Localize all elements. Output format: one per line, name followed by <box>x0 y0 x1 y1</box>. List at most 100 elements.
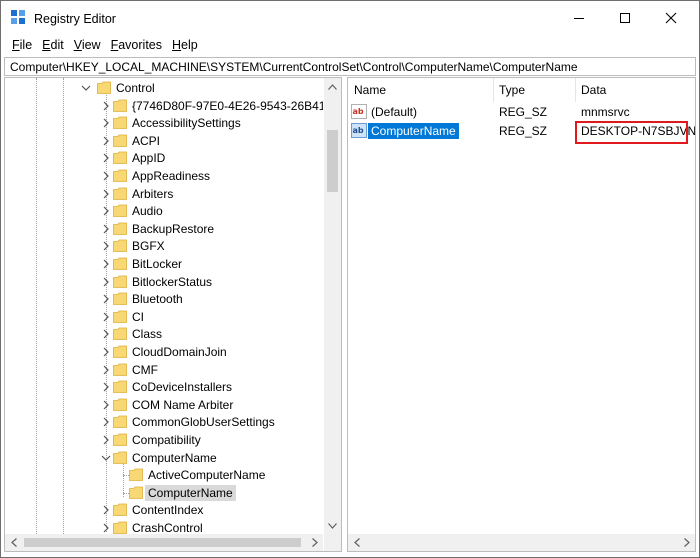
tree-item-label: Compatibility <box>132 433 201 447</box>
minimize-button[interactable] <box>556 1 602 35</box>
tree-item-appreadiness[interactable]: AppReadiness <box>5 167 323 185</box>
values-pane[interactable]: Name Type Data ab (Default) REG_SZ mnmsr… <box>347 77 696 552</box>
string-value-icon: ab <box>351 104 367 119</box>
chevron-right-icon[interactable] <box>100 293 112 305</box>
tree-item-com-name-arbiter[interactable]: COM Name Arbiter <box>5 396 323 414</box>
scroll-up-icon[interactable] <box>324 78 341 95</box>
menu-favorites[interactable]: Favorites <box>106 38 167 52</box>
chevron-down-icon[interactable] <box>80 82 92 94</box>
chevron-right-icon[interactable] <box>100 100 112 112</box>
title-bar[interactable]: Registry Editor <box>1 1 699 35</box>
values-horizontal-scrollbar[interactable] <box>348 534 695 551</box>
folder-icon <box>113 292 127 306</box>
scroll-left-icon[interactable] <box>348 534 365 551</box>
chevron-right-icon[interactable] <box>100 240 112 252</box>
tree-item-class[interactable]: Class <box>5 325 323 343</box>
chevron-right-icon[interactable] <box>100 504 112 516</box>
chevron-right-icon[interactable] <box>100 328 112 340</box>
chevron-right-icon[interactable] <box>100 364 112 376</box>
tree-item-codeviceinstallers[interactable]: CoDeviceInstallers <box>5 378 323 396</box>
tree-item-label: AppReadiness <box>132 169 211 183</box>
tree-item-audio[interactable]: Audio <box>5 202 323 220</box>
tree-item-label: {7746D80F-97E0-4E26-9543-26B41FC22 <box>132 98 323 113</box>
chevron-right-icon[interactable] <box>100 381 112 393</box>
folder-icon <box>113 116 127 130</box>
tree-item-contentindex[interactable]: ContentIndex <box>5 501 323 519</box>
svg-text:ab: ab <box>353 107 364 116</box>
tree-item-crashcontrol[interactable]: CrashControl <box>5 519 323 534</box>
menu-help[interactable]: Help <box>167 38 203 52</box>
tree-item-acpi[interactable]: ACPI <box>5 132 323 150</box>
tree-item-activecomputername[interactable]: ActiveComputerName <box>5 466 323 484</box>
chevron-right-icon[interactable] <box>100 311 112 323</box>
tree-item-ci[interactable]: CI <box>5 308 323 326</box>
scroll-right-icon[interactable] <box>678 534 695 551</box>
chevron-right-icon[interactable] <box>100 399 112 411</box>
folder-icon <box>113 239 127 253</box>
scroll-down-icon[interactable] <box>324 517 341 534</box>
value-row-default[interactable]: ab (Default) REG_SZ mnmsrvc <box>348 103 695 121</box>
folder-icon <box>113 99 127 112</box>
tree-vertical-scrollbar[interactable] <box>324 78 341 534</box>
tree-item-compatibility[interactable]: Compatibility <box>5 431 323 449</box>
tree-item-label: Arbiters <box>132 186 174 201</box>
tree-item-clouddomainjoin[interactable]: CloudDomainJoin <box>5 343 323 361</box>
tree-item-bgfx[interactable]: BGFX <box>5 237 323 255</box>
chevron-right-icon[interactable] <box>100 170 112 182</box>
tree-hscroll-thumb[interactable] <box>24 538 301 547</box>
tree-item-bluetooth[interactable]: Bluetooth <box>5 290 323 308</box>
scroll-left-icon[interactable] <box>5 534 22 551</box>
chevron-right-icon[interactable] <box>100 223 112 235</box>
tree-scroll-thumb[interactable] <box>327 130 338 192</box>
tree-item-label: ComputerName <box>132 450 217 465</box>
column-header-name[interactable]: Name <box>348 78 493 102</box>
tree-item-computername[interactable]: ComputerName <box>5 484 323 502</box>
address-bar[interactable]: Computer\HKEY_LOCAL_MACHINE\SYSTEM\Curre… <box>4 57 696 76</box>
folder-icon <box>113 151 127 165</box>
chevron-right-icon[interactable] <box>100 117 112 129</box>
tree-item-appid[interactable]: AppID <box>5 149 323 167</box>
tree-item-label: Class <box>132 327 163 342</box>
tree-item-computername[interactable]: ComputerName <box>5 449 323 467</box>
tree-item-control[interactable]: Control <box>5 79 323 97</box>
tree-item-label: CrashControl <box>132 521 203 534</box>
tree-item-bitlocker[interactable]: BitLocker <box>5 255 323 273</box>
tree-item-7746d80f-97e0-4e26-9543-26b41fc22[interactable]: {7746D80F-97E0-4E26-9543-26B41FC22 <box>5 97 323 115</box>
chevron-right-icon[interactable] <box>100 258 112 270</box>
key-tree-pane[interactable]: Control {7746D80F-97E0-4E26-9543-26B41FC2… <box>4 77 342 552</box>
folder-icon <box>113 398 127 411</box>
tree-item-label: ComputerName <box>145 484 236 501</box>
tree-item-commonglobusersettings[interactable]: CommonGlobUserSettings <box>5 413 323 431</box>
chevron-right-icon[interactable] <box>100 135 112 147</box>
tree-item-accessibilitysettings[interactable]: AccessibilitySettings <box>5 114 323 132</box>
tree-item-backuprestore[interactable]: BackupRestore <box>5 220 323 238</box>
chevron-right-icon[interactable] <box>100 522 112 534</box>
column-header-data[interactable]: Data <box>575 78 695 102</box>
tree-item-label: ContentIndex <box>132 503 204 518</box>
column-header-type[interactable]: Type <box>493 78 575 102</box>
tree-item-arbiters[interactable]: Arbiters <box>5 185 323 203</box>
tree-item-bitlockerstatus[interactable]: BitlockerStatus <box>5 273 323 291</box>
chevron-right-icon[interactable] <box>100 152 112 164</box>
tree-item-label: AppID <box>132 151 166 166</box>
tree-horizontal-scrollbar[interactable] <box>5 534 323 551</box>
chevron-right-icon[interactable] <box>100 346 112 358</box>
tree-item-label: Bluetooth <box>132 292 183 307</box>
folder-icon <box>129 486 143 499</box>
chevron-right-icon[interactable] <box>100 276 112 288</box>
menu-view[interactable]: View <box>69 38 106 52</box>
scroll-right-icon[interactable] <box>306 534 323 551</box>
window-title: Registry Editor <box>34 12 116 26</box>
chevron-right-icon[interactable] <box>100 188 112 200</box>
chevron-right-icon[interactable] <box>100 416 112 428</box>
folder-icon <box>113 363 127 376</box>
menu-edit[interactable]: Edit <box>37 38 69 52</box>
chevron-right-icon[interactable] <box>100 434 112 446</box>
chevron-down-icon[interactable] <box>100 452 112 464</box>
chevron-right-icon[interactable] <box>100 205 112 217</box>
menu-file[interactable]: File <box>7 38 37 52</box>
close-button[interactable] <box>648 1 694 35</box>
tree-item-cmf[interactable]: CMF <box>5 361 323 379</box>
tree-item-label: CMF <box>132 362 158 377</box>
maximize-button[interactable] <box>602 1 648 35</box>
